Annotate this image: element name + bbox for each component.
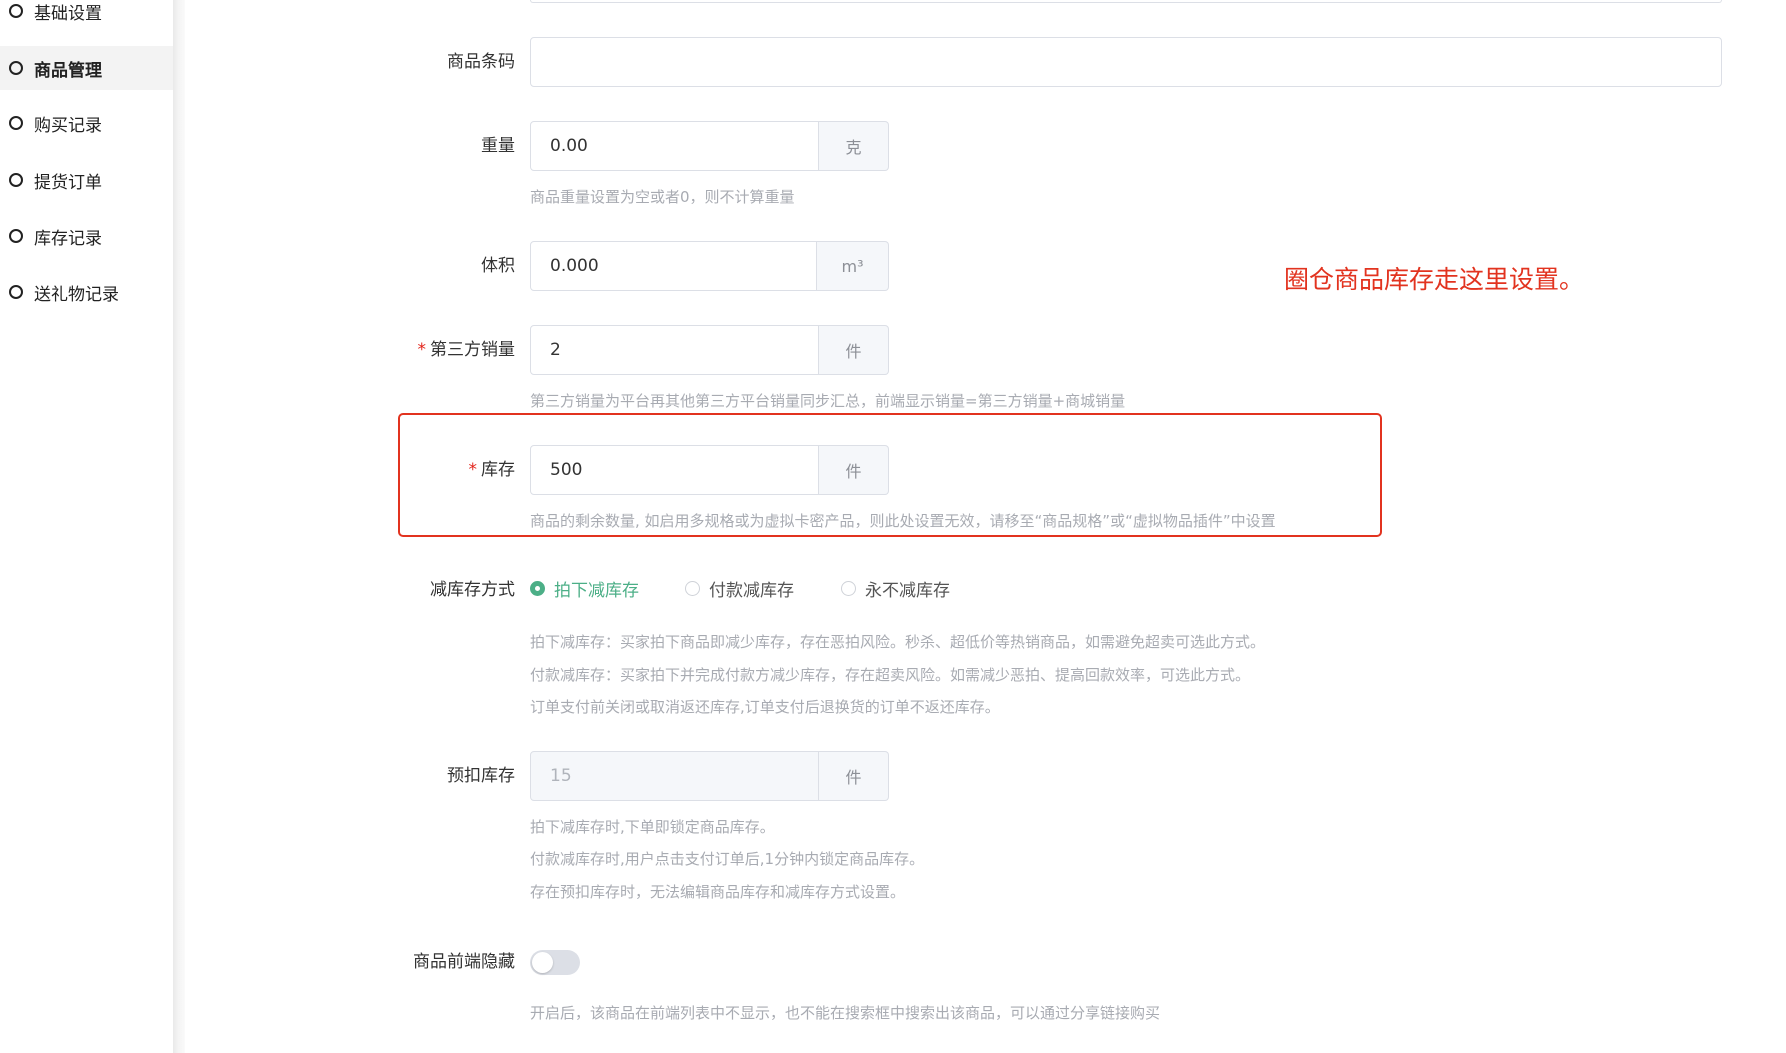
previous-field-input-edge[interactable] bbox=[530, 0, 1722, 3]
stock-reduce-mode-label: 减库存方式 bbox=[430, 580, 515, 600]
third-party-sales-label-text: 第三方销量 bbox=[430, 340, 515, 360]
sidebar-item-label: 购买记录 bbox=[34, 115, 102, 136]
radio-never-reduce[interactable]: 永不减库存 bbox=[841, 576, 950, 601]
stock-reduce-help-line-1: 拍下减库存：买家拍下商品即减少库存，存在恶拍风险。秒杀、超低价等热销商品，如需避… bbox=[530, 633, 1266, 651]
third-party-sales-input[interactable] bbox=[530, 325, 819, 375]
radio-icon bbox=[530, 581, 545, 596]
radio-reduce-on-order[interactable]: 拍下减库存 bbox=[530, 576, 639, 601]
stock-unit-suffix: 件 bbox=[819, 445, 889, 495]
sidebar: 基础设置 商品管理 购买记录 提货订单 库存记录 送礼物记录 bbox=[0, 0, 173, 1053]
sidebar-item-gift-records[interactable]: 送礼物记录 bbox=[0, 270, 173, 314]
radio-icon bbox=[841, 581, 856, 596]
stock-label: * 库存 bbox=[315, 458, 516, 482]
pre-deduct-stock-input bbox=[530, 751, 819, 801]
weight-unit-suffix: 克 bbox=[819, 121, 889, 171]
circle-icon bbox=[9, 285, 23, 299]
stock-help-text: 商品的剩余数量, 如启用多规格或为虚拟卡密产品，则此处设置无效，请移至“商品规格… bbox=[530, 512, 1276, 530]
circle-icon bbox=[9, 116, 23, 130]
radio-label: 永不减库存 bbox=[865, 581, 950, 601]
volume-unit-suffix: m³ bbox=[817, 241, 889, 291]
radio-reduce-on-payment[interactable]: 付款减库存 bbox=[685, 576, 794, 601]
sidebar-item-stock-records[interactable]: 库存记录 bbox=[0, 214, 173, 258]
radio-icon bbox=[685, 581, 700, 596]
sidebar-divider bbox=[173, 0, 185, 1053]
stock-input[interactable] bbox=[530, 445, 819, 495]
radio-label: 付款减库存 bbox=[709, 581, 794, 601]
third-party-sales-help-text: 第三方销量为平台再其他第三方平台销量同步汇总，前端显示销量=第三方销量+商城销量 bbox=[530, 392, 1126, 410]
radio-label: 拍下减库存 bbox=[554, 581, 639, 601]
pre-deduct-help-line-3: 存在预扣库存时，无法编辑商品库存和减库存方式设置。 bbox=[530, 883, 906, 901]
toggle-knob bbox=[532, 952, 553, 973]
annotation-text: 圈仓商品库存走这里设置。 bbox=[1284, 265, 1585, 294]
circle-icon bbox=[9, 173, 23, 187]
pre-deduct-stock-unit-suffix: 件 bbox=[819, 751, 889, 801]
sidebar-item-label: 库存记录 bbox=[34, 228, 102, 249]
stock-reduce-help-line-2: 付款减库存：买家拍下并完成付款方减少库存，存在超卖风险。如需减少恶拍、提高回款效… bbox=[530, 666, 1251, 684]
hide-frontend-toggle[interactable] bbox=[530, 950, 580, 975]
circle-icon bbox=[9, 61, 23, 75]
sidebar-item-label: 送礼物记录 bbox=[34, 284, 119, 305]
sidebar-item-label: 基础设置 bbox=[34, 3, 102, 24]
hide-frontend-help-text: 开启后，该商品在前端列表中不显示，也不能在搜索框中搜索出该商品，可以通过分享链接… bbox=[530, 1004, 1161, 1022]
sidebar-item-label: 商品管理 bbox=[34, 60, 102, 81]
volume-input[interactable] bbox=[530, 241, 817, 291]
pre-deduct-help-line-2: 付款减库存时,用户点击支付订单后,1分钟内锁定商品库存。 bbox=[530, 850, 925, 868]
barcode-input[interactable] bbox=[530, 37, 1722, 87]
pre-deduct-help-line-1: 拍下减库存时,下单即锁定商品库存。 bbox=[530, 818, 775, 836]
required-mark: * bbox=[468, 460, 478, 480]
stock-label-text: 库存 bbox=[481, 460, 515, 480]
third-party-sales-label: * 第三方销量 bbox=[315, 338, 516, 362]
stock-reduce-help-line-3: 订单支付前关闭或取消返还库存,订单支付后退换货的订单不返还库存。 bbox=[530, 698, 1000, 716]
circle-icon bbox=[9, 4, 23, 18]
required-mark: * bbox=[417, 340, 427, 360]
weight-input[interactable] bbox=[530, 121, 819, 171]
sidebar-item-product-management[interactable]: 商品管理 bbox=[0, 46, 173, 90]
hide-frontend-label: 商品前端隐藏 bbox=[413, 952, 515, 972]
barcode-label: 商品条码 bbox=[447, 52, 515, 72]
weight-label: 重量 bbox=[481, 136, 515, 156]
circle-icon bbox=[9, 229, 23, 243]
sidebar-item-purchase-records[interactable]: 购买记录 bbox=[0, 101, 173, 145]
sidebar-item-label: 提货订单 bbox=[34, 172, 102, 193]
pre-deduct-stock-label: 预扣库存 bbox=[447, 766, 515, 786]
volume-label: 体积 bbox=[481, 256, 515, 276]
third-party-sales-unit-suffix: 件 bbox=[819, 325, 889, 375]
sidebar-item-basic-settings[interactable]: 基础设置 bbox=[0, 0, 173, 33]
sidebar-item-pickup-orders[interactable]: 提货订单 bbox=[0, 158, 173, 202]
weight-help-text: 商品重量设置为空或者0，则不计算重量 bbox=[530, 188, 795, 206]
